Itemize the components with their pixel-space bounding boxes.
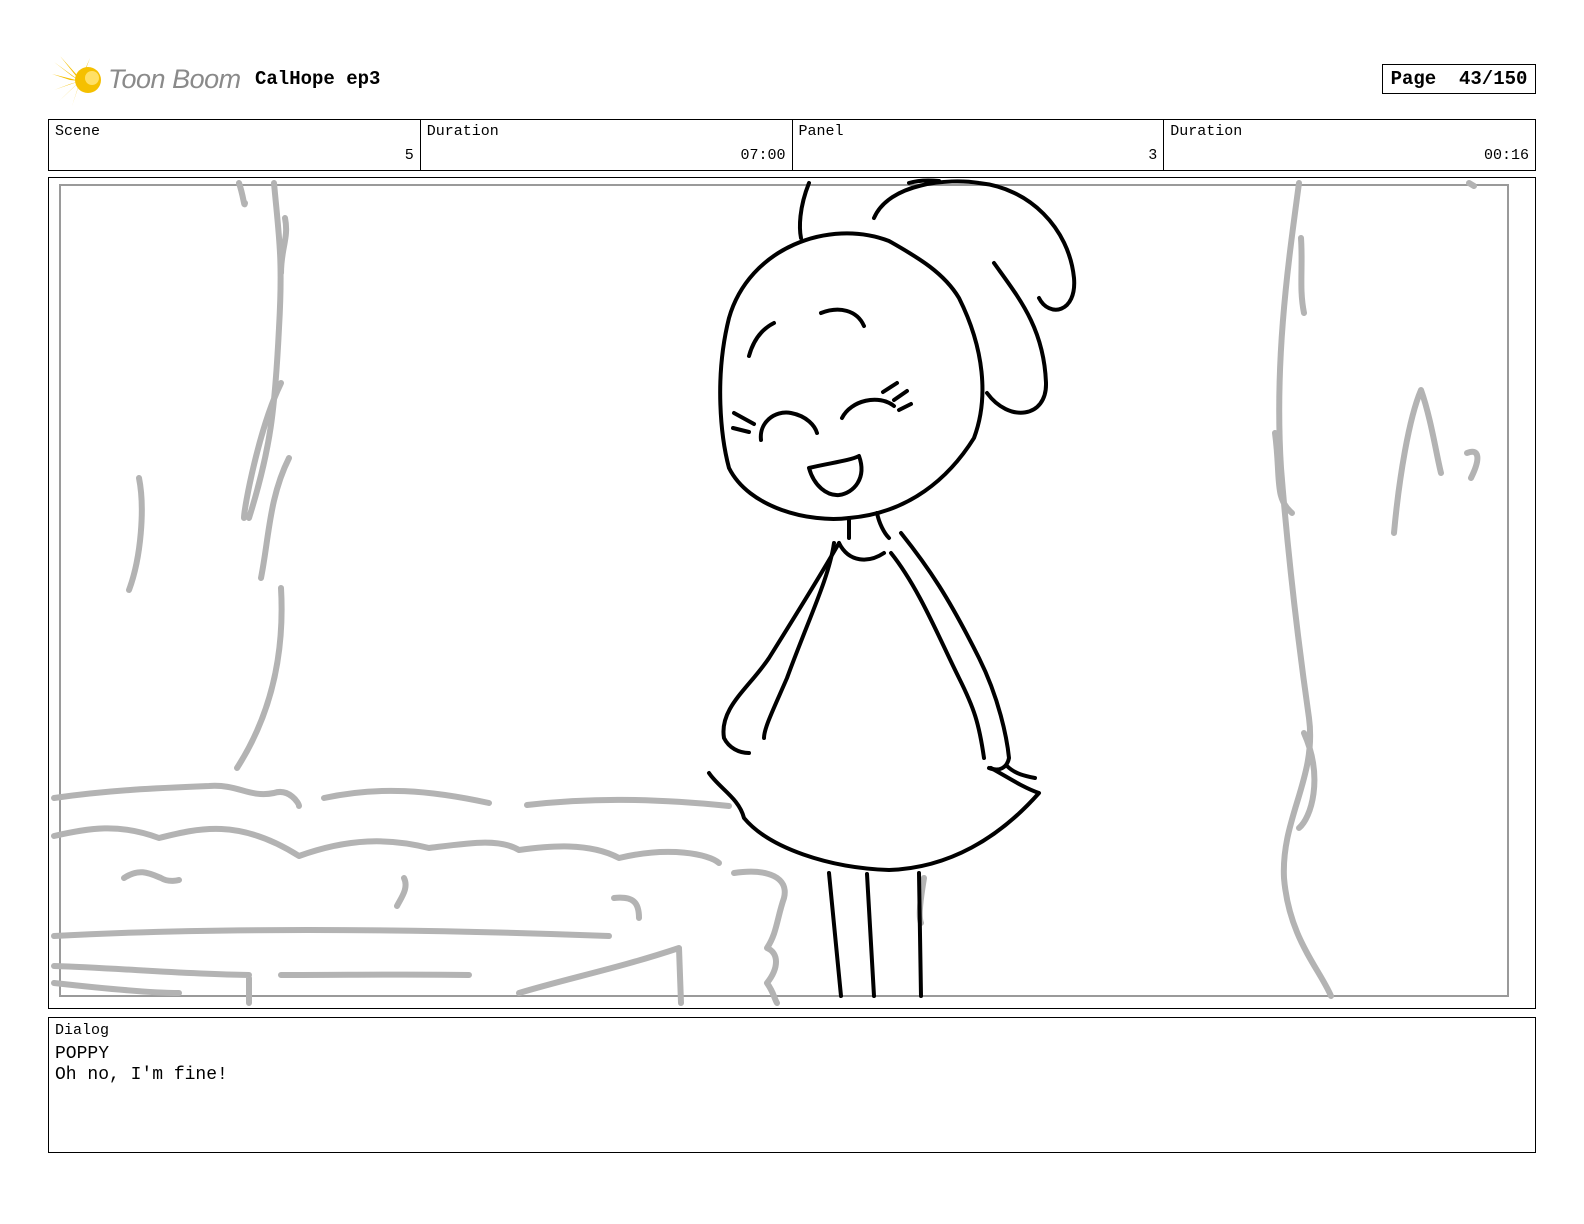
dialog-box: Dialog POPPY Oh no, I'm fine! bbox=[48, 1017, 1536, 1153]
storyboard-panel-image bbox=[48, 177, 1536, 1009]
panel-cell: Panel 3 bbox=[793, 120, 1165, 170]
page-label: Page bbox=[1390, 68, 1437, 90]
dialog-line: Oh no, I'm fine! bbox=[55, 1065, 228, 1085]
panel-label: Panel bbox=[798, 123, 844, 140]
panel-duration-label: Duration bbox=[1170, 123, 1243, 140]
panel-value: 3 bbox=[1148, 147, 1158, 164]
scene-duration-label: Duration bbox=[426, 123, 499, 140]
logo-text: Toon Boom bbox=[108, 64, 241, 94]
storyboard-header: Toon Boom CalHope ep3 Page 43/150 bbox=[48, 56, 1536, 106]
panel-info-row: Scene 5 Duration 07:00 Panel 3 Duration … bbox=[48, 119, 1536, 171]
scene-label: Scene bbox=[55, 123, 101, 140]
scene-duration-cell: Duration 07:00 bbox=[421, 120, 793, 170]
scene-value: 5 bbox=[404, 147, 414, 164]
page-indicator: Page 43/150 bbox=[1382, 64, 1536, 94]
scene-duration-value: 07:00 bbox=[740, 147, 786, 164]
toon-boom-logo: Toon Boom bbox=[52, 56, 242, 106]
project-title: CalHope ep3 bbox=[255, 68, 381, 90]
dialog-label: Dialog bbox=[55, 1022, 110, 1039]
panel-duration-value: 00:16 bbox=[1483, 147, 1529, 164]
panel-duration-cell: Duration 00:16 bbox=[1164, 120, 1535, 170]
page-number: 43/150 bbox=[1459, 68, 1528, 90]
scene-cell: Scene 5 bbox=[49, 120, 421, 170]
panel-sketch bbox=[51, 178, 1509, 1006]
starburst-icon bbox=[52, 56, 101, 106]
dialog-speaker: POPPY bbox=[55, 1044, 110, 1064]
background-sketch bbox=[51, 180, 1481, 1006]
